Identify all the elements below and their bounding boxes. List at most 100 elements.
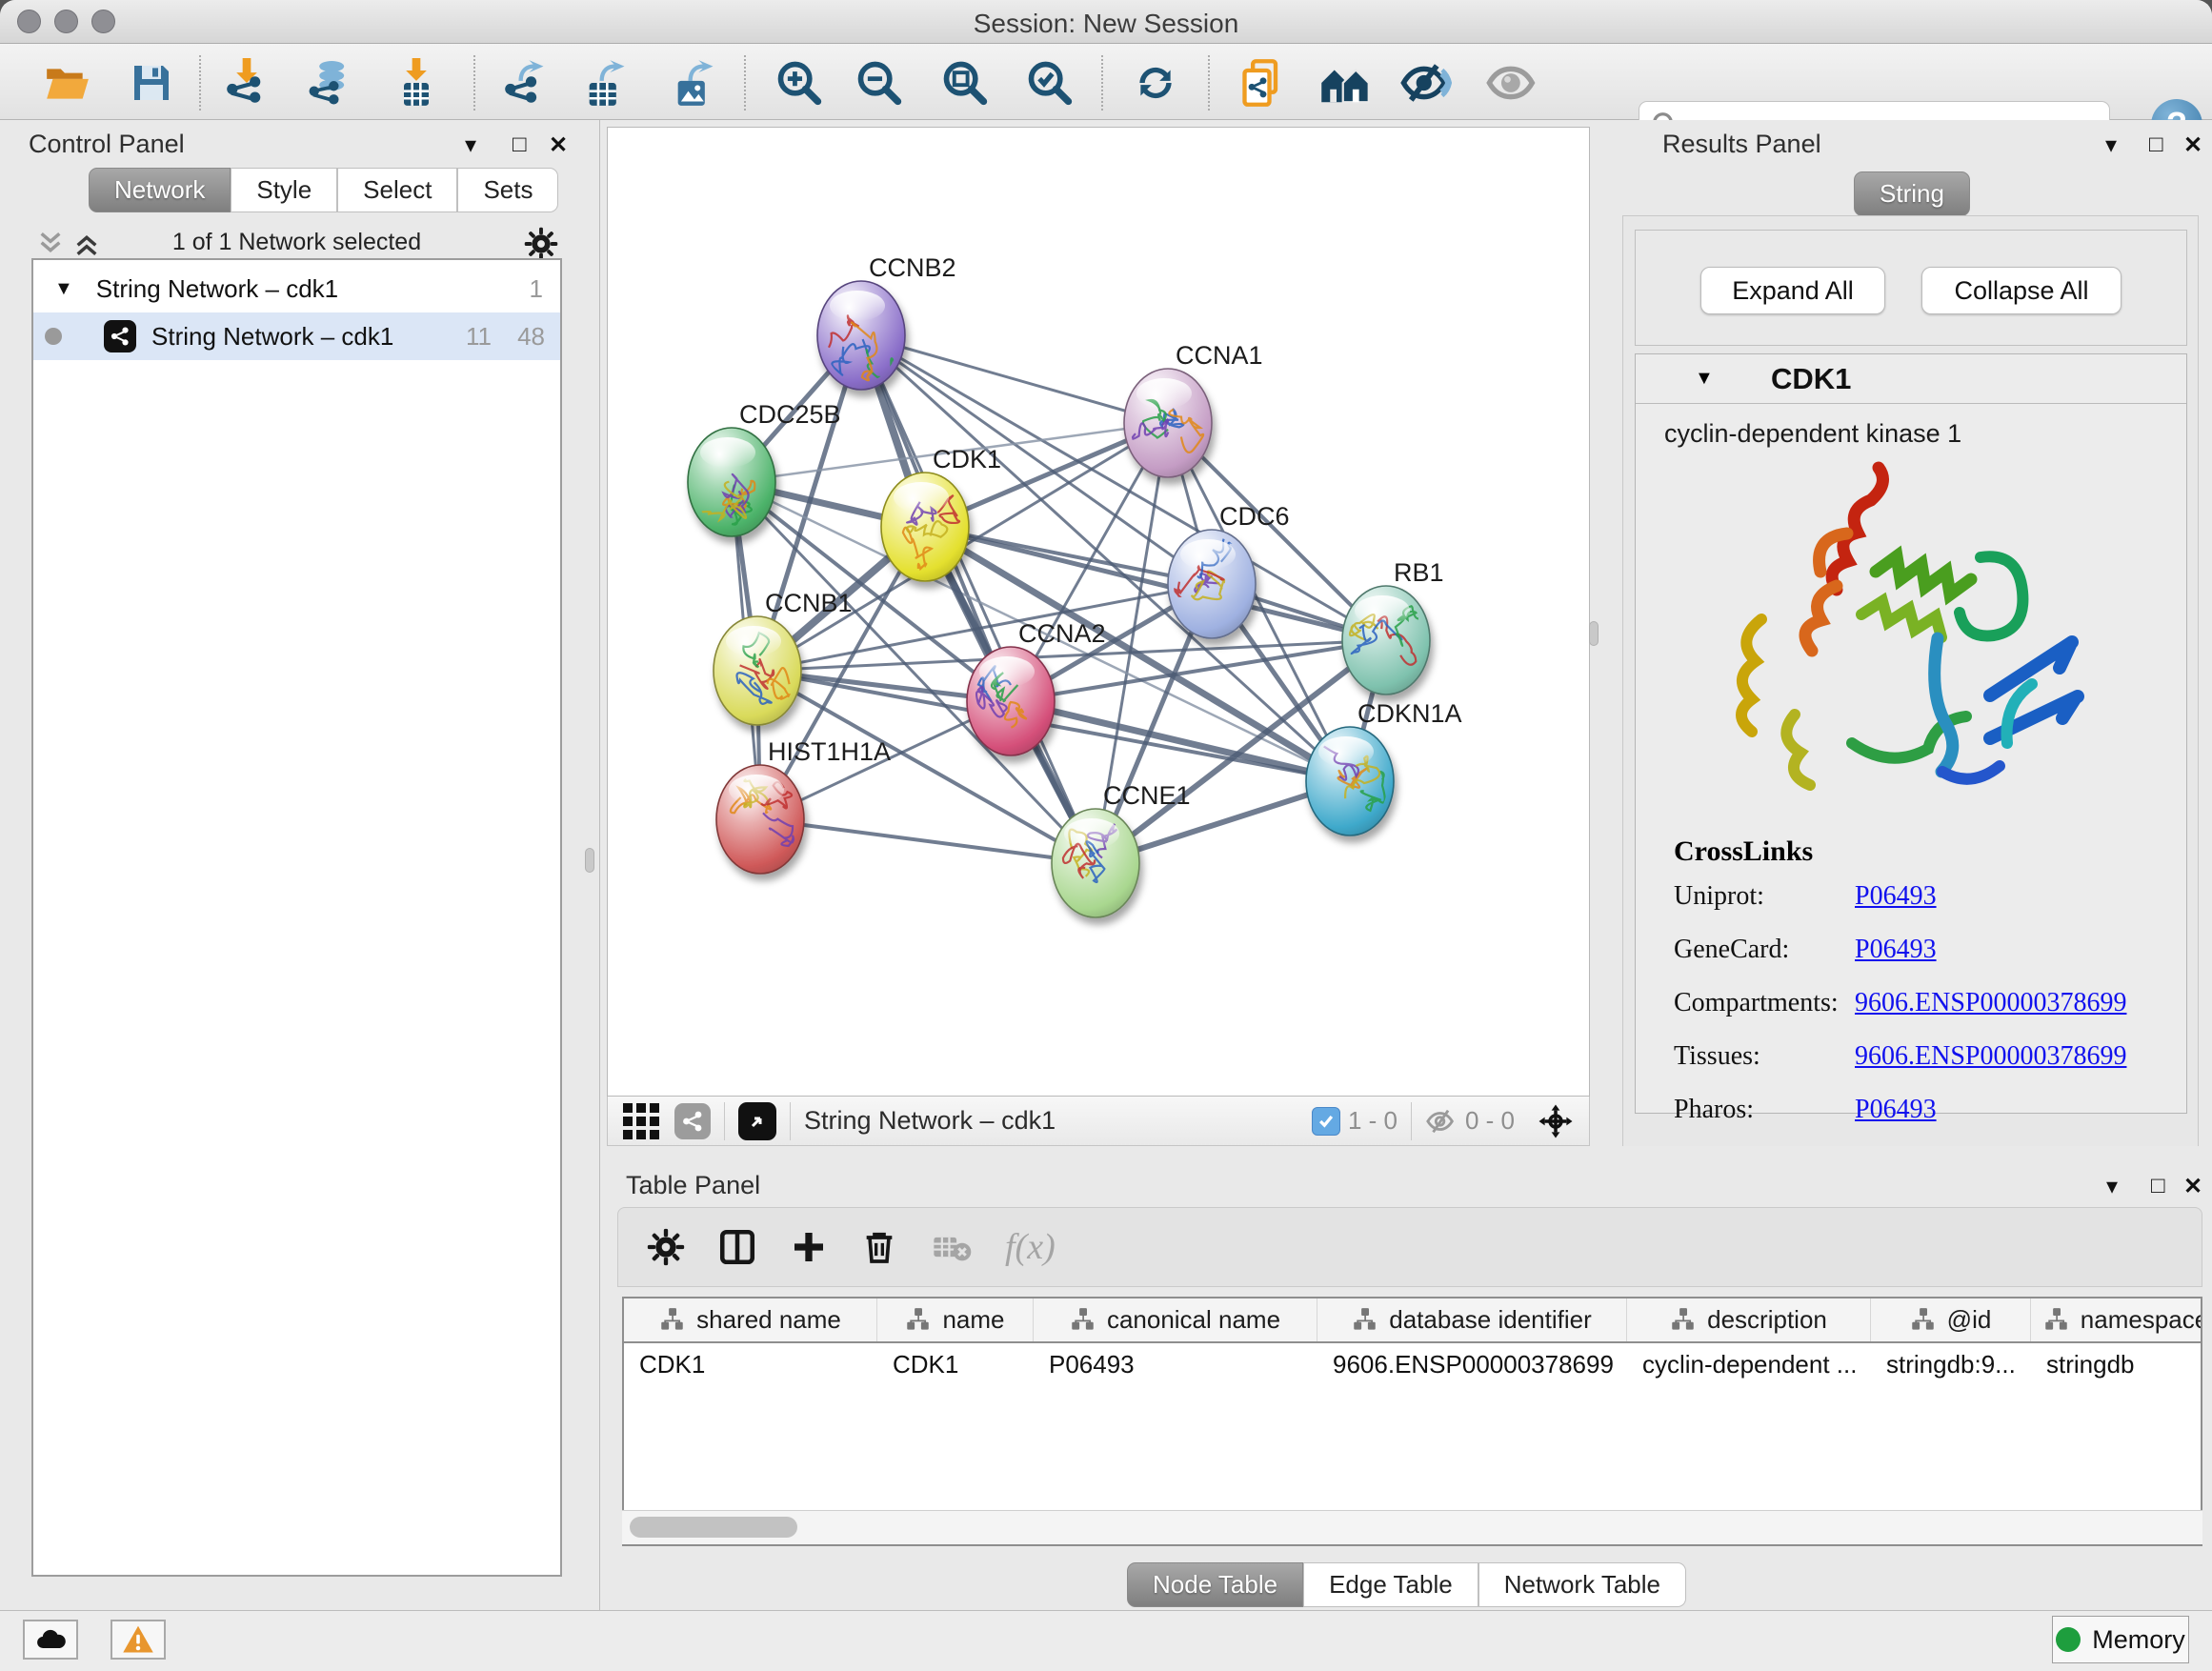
- expand-all-button[interactable]: Expand All: [1700, 267, 1885, 314]
- network-node[interactable]: [881, 473, 969, 581]
- open-session-button[interactable]: [40, 57, 93, 109]
- collection-expand-arrow-icon[interactable]: ▼: [54, 278, 73, 300]
- tab-node-table[interactable]: Node Table: [1127, 1562, 1303, 1607]
- network-node[interactable]: [1052, 809, 1139, 917]
- zoom-out-icon: [855, 58, 904, 108]
- table-panel-title: Table Panel: [626, 1171, 760, 1200]
- delete-column-trash-icon[interactable]: [860, 1228, 898, 1266]
- splitter-handle[interactable]: [585, 848, 594, 873]
- duplicate-network-button[interactable]: [1237, 57, 1290, 109]
- float-panel-icon[interactable]: □: [2151, 1173, 2165, 1199]
- zoom-in-button[interactable]: [773, 57, 826, 109]
- first-neighbors-button[interactable]: [1318, 57, 1372, 109]
- network-collection-row[interactable]: ▼ String Network – cdk1 1: [33, 265, 560, 312]
- warnings-button[interactable]: [111, 1620, 166, 1660]
- collapse-all-button[interactable]: Collapse All: [1921, 267, 2122, 314]
- column-header--id[interactable]: @id: [1871, 1299, 2031, 1341]
- network-node[interactable]: [1342, 586, 1430, 695]
- column-header-canonical-name[interactable]: canonical name: [1034, 1299, 1317, 1341]
- node-table[interactable]: shared name name canonical name database…: [622, 1297, 2202, 1546]
- export-image-button[interactable]: [668, 57, 721, 109]
- network-node[interactable]: [967, 647, 1055, 755]
- cloud-status-button[interactable]: [23, 1620, 78, 1660]
- show-columns-icon[interactable]: [717, 1227, 757, 1267]
- network-row[interactable]: String Network – cdk1 11 48: [33, 312, 560, 360]
- birdseye-view-icon[interactable]: [738, 1102, 776, 1140]
- network-node[interactable]: [688, 428, 775, 536]
- tab-string[interactable]: String: [1854, 171, 1970, 216]
- zoom-fit-button[interactable]: [938, 57, 992, 109]
- export-table-button[interactable]: [579, 57, 633, 109]
- column-header-namespace[interactable]: namespace: [2031, 1299, 2202, 1341]
- zoom-out-button[interactable]: [853, 57, 906, 109]
- tab-style[interactable]: Style: [231, 168, 337, 212]
- crosslink-link[interactable]: P06493: [1855, 1095, 1937, 1125]
- network-node[interactable]: [1124, 369, 1212, 477]
- network-type-icon: [104, 320, 136, 352]
- scrollbar-thumb[interactable]: [630, 1517, 797, 1538]
- export-network-button[interactable]: [498, 57, 552, 109]
- function-builder-button[interactable]: f(x): [1005, 1226, 1056, 1268]
- table-row[interactable]: CDK1CDK1P064939606.ENSP00000378699cyclin…: [624, 1343, 2201, 1385]
- import-table-button[interactable]: [390, 57, 443, 109]
- column-header-shared-name[interactable]: shared name: [624, 1299, 877, 1341]
- network-edge[interactable]: [861, 335, 1096, 863]
- status-bar: Memory: [0, 1610, 2212, 1671]
- column-header-database-identifier[interactable]: database identifier: [1317, 1299, 1627, 1341]
- panel-menu-icon[interactable]: ▾: [465, 131, 476, 159]
- network-node[interactable]: [817, 281, 905, 390]
- close-panel-icon[interactable]: ✕: [2183, 131, 2202, 159]
- panel-menu-icon[interactable]: ▾: [2105, 131, 2117, 159]
- tab-select[interactable]: Select: [337, 168, 457, 212]
- column-header-name[interactable]: name: [877, 1299, 1034, 1341]
- crosslink-link[interactable]: 9606.ENSP00000378699: [1855, 988, 2126, 1018]
- table-options-gear-icon[interactable]: [647, 1228, 685, 1266]
- clear-table-icon[interactable]: [931, 1226, 973, 1268]
- network-label: String Network – cdk1: [151, 322, 393, 352]
- network-share-view-icon[interactable]: [674, 1103, 711, 1139]
- app-window: Session: New Session: [0, 0, 2212, 1671]
- close-panel-icon[interactable]: ✕: [2183, 1173, 2202, 1200]
- tab-network-table[interactable]: Network Table: [1478, 1562, 1686, 1607]
- zoom-selected-button[interactable]: [1023, 57, 1076, 109]
- result-section-header[interactable]: ▼ CDK1: [1636, 354, 2186, 404]
- network-node[interactable]: [1306, 727, 1394, 836]
- copy-documents-icon: [1238, 58, 1288, 108]
- toolbar-separator: [1411, 1102, 1412, 1140]
- panel-menu-icon[interactable]: ▾: [2106, 1173, 2118, 1200]
- close-panel-icon[interactable]: ✕: [549, 131, 568, 159]
- hide-selected-button[interactable]: [1399, 57, 1453, 109]
- network-node[interactable]: [714, 616, 801, 725]
- section-collapse-arrow-icon[interactable]: ▼: [1695, 368, 1714, 390]
- save-session-button[interactable]: [125, 57, 178, 109]
- memory-button[interactable]: Memory: [2052, 1616, 2189, 1663]
- import-network-file-button[interactable]: [220, 57, 273, 109]
- show-all-button[interactable]: [1485, 57, 1538, 109]
- network-node[interactable]: [1168, 530, 1256, 638]
- table-horizontal-scrollbar[interactable]: [622, 1510, 2202, 1544]
- grid-view-icon[interactable]: [623, 1103, 659, 1139]
- network-edge[interactable]: [1011, 701, 1350, 781]
- column-header-description[interactable]: description: [1627, 1299, 1871, 1341]
- crosslink-link[interactable]: 9606.ENSP00000378699: [1855, 1041, 2126, 1072]
- float-panel-icon[interactable]: □: [2149, 131, 2163, 158]
- network-options-gear-icon[interactable]: [524, 227, 558, 261]
- results-panel-title: Results Panel: [1662, 130, 1821, 159]
- float-panel-icon[interactable]: □: [513, 131, 527, 158]
- apply-layout-button[interactable]: [1129, 57, 1182, 109]
- pan-crosshair-icon[interactable]: [1536, 1101, 1576, 1141]
- tab-edge-table[interactable]: Edge Table: [1303, 1562, 1478, 1607]
- selected-checkbox-icon[interactable]: [1312, 1107, 1340, 1136]
- tab-network[interactable]: Network: [89, 168, 231, 212]
- network-canvas[interactable]: CCNB2CCNA1CDC25BCDK1CDC6RB1CCNB1CCNA2CDK…: [607, 127, 1590, 1097]
- tab-sets[interactable]: Sets: [457, 168, 558, 212]
- network-edge[interactable]: [760, 819, 1096, 863]
- crosslink-row: Pharos: P06493: [1674, 1095, 2169, 1125]
- crosslink-link[interactable]: P06493: [1855, 881, 1937, 912]
- network-node[interactable]: [716, 765, 804, 874]
- add-column-icon[interactable]: [790, 1228, 828, 1266]
- splitter-handle[interactable]: [1589, 621, 1599, 646]
- crosslink-link[interactable]: P06493: [1855, 935, 1937, 965]
- network-graph[interactable]: CCNB2CCNA1CDC25BCDK1CDC6RB1CCNB1CCNA2CDK…: [608, 128, 1589, 1096]
- import-network-database-button[interactable]: [303, 57, 356, 109]
